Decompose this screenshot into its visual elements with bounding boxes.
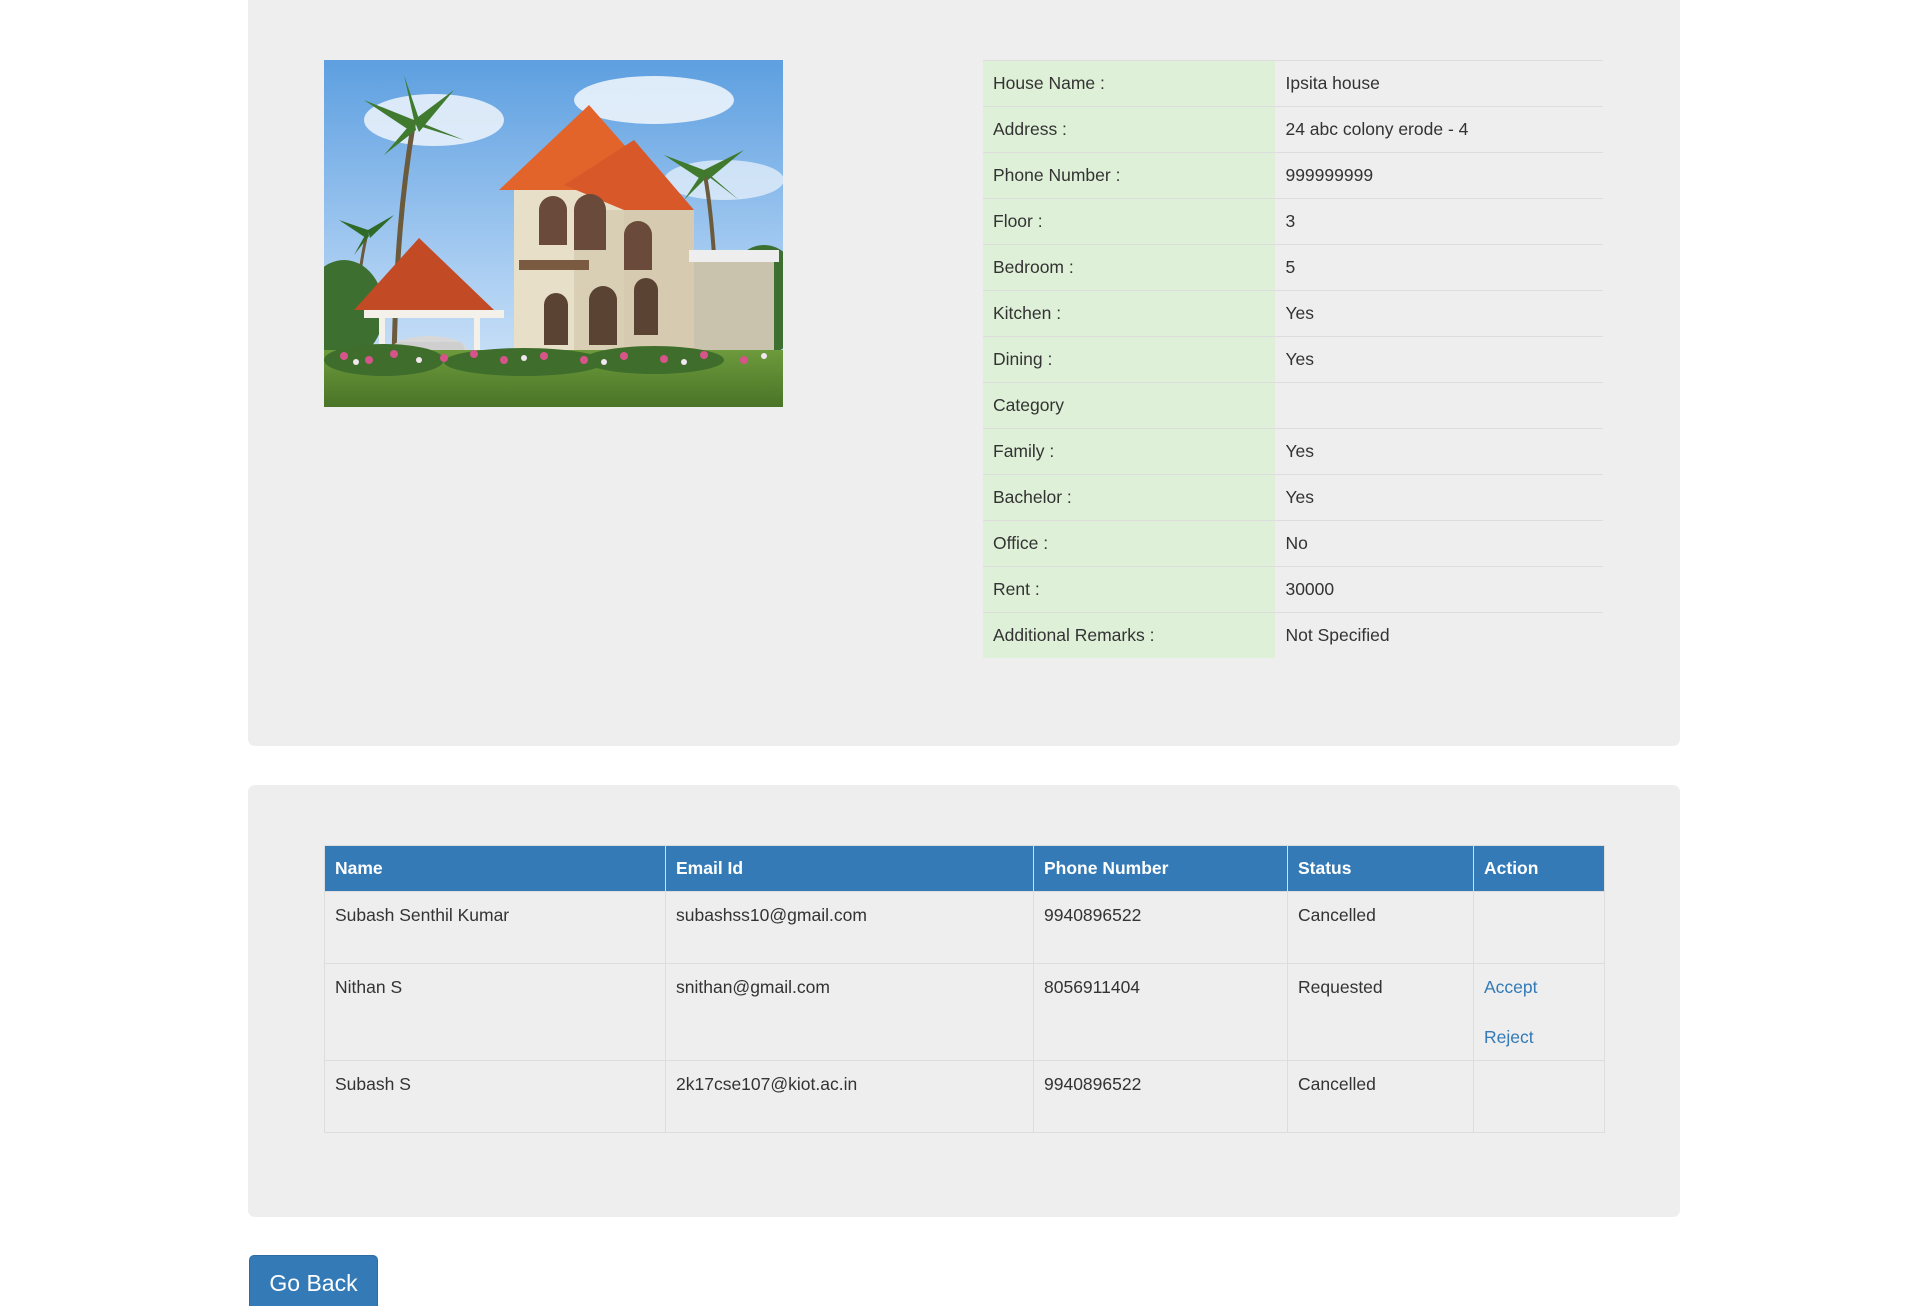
cell-action: Accept Reject: [1473, 963, 1605, 1061]
requests-table-body: Subash Senthil Kumar subashss10@gmail.com…: [324, 891, 1605, 1133]
detail-row: Phone Number :999999999: [983, 152, 1603, 199]
header-name: Name: [324, 845, 666, 892]
house-details-body: House Name : Ipsita house Address :24 abc …: [983, 60, 1603, 658]
detail-value: 30000: [1275, 566, 1603, 613]
detail-row: Floor :3: [983, 198, 1603, 245]
detail-label: Kitchen :: [983, 290, 1276, 337]
detail-value: Yes: [1275, 336, 1603, 383]
go-back-button[interactable]: Go Back: [249, 1255, 378, 1306]
detail-value: Ipsita house: [1275, 60, 1603, 107]
requests-panel: Name Email Id Phone Number Status Action…: [248, 785, 1680, 1217]
detail-label: Family :: [983, 428, 1276, 475]
detail-label: Category: [983, 382, 1276, 429]
detail-row: Family : Yes: [983, 428, 1603, 475]
header-email: Email Id: [665, 845, 1034, 892]
cell-name: Subash Senthil Kumar: [324, 891, 666, 964]
detail-row: Additional Remarks : Not Specified: [983, 612, 1603, 658]
detail-label: Phone Number :: [983, 152, 1276, 199]
cell-status: Cancelled: [1287, 891, 1474, 964]
house-details-table: House Name : Ipsita house Address :24 abc …: [983, 60, 1603, 658]
detail-row: Bachelor : Yes: [983, 474, 1603, 521]
detail-value: 5: [1275, 244, 1603, 291]
detail-row: Dining : Yes: [983, 336, 1603, 383]
table-row: Subash Senthil Kumar subashss10@gmail.com…: [324, 891, 1605, 964]
detail-value: Yes: [1275, 474, 1603, 521]
reject-link[interactable]: Reject: [1484, 1026, 1594, 1048]
cell-email: snithan@gmail.com: [665, 963, 1034, 1061]
cell-name: Nithan S: [324, 963, 666, 1061]
detail-value: [1275, 382, 1603, 429]
cell-email: subashss10@gmail.com: [665, 891, 1034, 964]
detail-label: Bedroom :: [983, 244, 1276, 291]
detail-value: No: [1275, 520, 1603, 567]
detail-label: Additional Remarks :: [983, 612, 1276, 658]
detail-label: Bachelor :: [983, 474, 1276, 521]
detail-value: 3: [1275, 198, 1603, 245]
cell-phone: 9940896522: [1033, 891, 1288, 964]
cell-phone: 9940896522: [1033, 1060, 1288, 1133]
accept-link[interactable]: Accept: [1484, 976, 1594, 998]
detail-row: Office : No: [983, 520, 1603, 567]
detail-label: Floor :: [983, 198, 1276, 245]
header-status: Status: [1287, 845, 1474, 892]
cell-action: [1473, 891, 1605, 964]
header-action: Action: [1473, 845, 1605, 892]
detail-row: Bedroom :5: [983, 244, 1603, 291]
requests-table-header: Name Email Id Phone Number Status Action: [324, 845, 1605, 892]
detail-value: Yes: [1275, 290, 1603, 337]
cell-phone: 8056911404: [1033, 963, 1288, 1061]
table-row: Nithan Ssnithan@gmail.com 8056911404 Reque…: [324, 963, 1605, 1061]
detail-value: 999999999: [1275, 152, 1603, 199]
requests-table: Name Email Id Phone Number Status Action…: [324, 845, 1605, 1133]
house-details-panel: House Name : Ipsita house Address :24 abc …: [248, 0, 1680, 746]
cell-status: Requested: [1287, 963, 1474, 1061]
detail-value: Yes: [1275, 428, 1603, 475]
detail-row: Category: [983, 382, 1603, 429]
detail-row: Address :24 abc colony erode - 4: [983, 106, 1603, 153]
detail-row: House Name : Ipsita house: [983, 60, 1603, 107]
house-photo: [324, 60, 783, 407]
detail-value: 24 abc colony erode - 4: [1275, 106, 1603, 153]
table-row: Subash S 2k17cse107@kiot.ac.in 9940896522 C…: [324, 1060, 1605, 1133]
detail-label: Address :: [983, 106, 1276, 153]
header-phone: Phone Number: [1033, 845, 1288, 892]
page: House Name : Ipsita house Address :24 abc …: [0, 0, 1920, 1306]
cell-action: [1473, 1060, 1605, 1133]
detail-row: Kitchen : Yes: [983, 290, 1603, 337]
detail-label: Office :: [983, 520, 1276, 567]
cell-status: Cancelled: [1287, 1060, 1474, 1133]
cell-name: Subash S: [324, 1060, 666, 1133]
detail-label: Rent :: [983, 566, 1276, 613]
detail-label: House Name :: [983, 60, 1276, 107]
cell-email: 2k17cse107@kiot.ac.in: [665, 1060, 1034, 1133]
detail-row: Rent :30000: [983, 566, 1603, 613]
detail-label: Dining :: [983, 336, 1276, 383]
requests-header-row: Name Email Id Phone Number Status Action: [324, 845, 1605, 892]
detail-value: Not Specified: [1275, 612, 1603, 658]
